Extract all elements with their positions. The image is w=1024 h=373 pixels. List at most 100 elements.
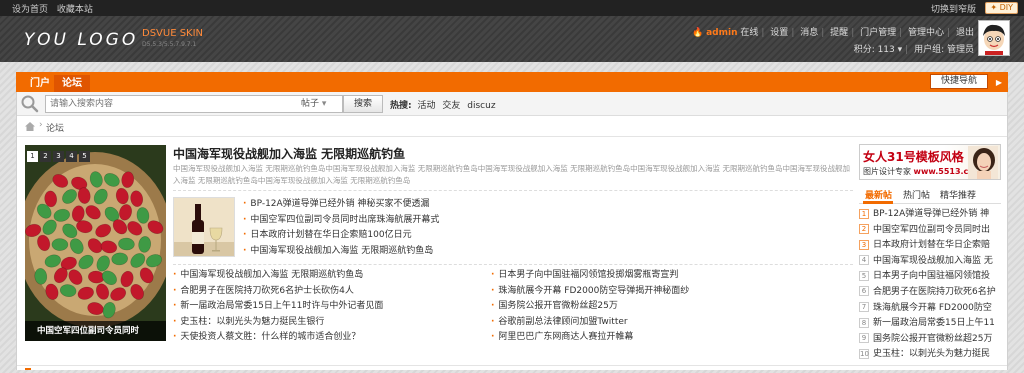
search-type-select[interactable]: 帖子 ▾ — [297, 95, 343, 113]
add-favorite-link[interactable]: 收藏本站 — [57, 5, 93, 15]
list-item-title: 日本政府计划替在华日企索赔 — [873, 240, 991, 251]
candy — [51, 238, 69, 251]
top-bar: 设为首页 收藏本站 切换到窄版 ✦ DIY — [0, 0, 1024, 16]
list-item[interactable]: 10 史玉柱：以刺光头为魅力挺民 — [859, 347, 1001, 363]
slide-image[interactable] — [25, 145, 166, 341]
list-item[interactable]: 谷歌前副总法律顾问加盟Twitter — [491, 315, 851, 331]
switch-width-link[interactable]: 切换到窄版 — [931, 2, 976, 15]
hot-word[interactable]: discuz — [467, 101, 495, 111]
list-item[interactable]: 合肥男子在医院持刀砍死6名护士长砍伤4人 — [173, 284, 491, 300]
list-item[interactable]: 珠海航展今开幕 FD2000防空导弹揭开神秘面纱 — [491, 284, 851, 300]
content-frame: 帖子 ▾ 搜索 热搜: 活动 交友 discuz › 论坛 12345 中国空军… — [16, 92, 1008, 370]
list-item[interactable]: 8 新一届政治局常委15日上午11 — [859, 316, 1001, 332]
list-item[interactable]: 3 日本政府计划替在华日企索赔 — [859, 238, 1001, 254]
admin-center-link[interactable]: 管理中心 — [908, 28, 944, 38]
list-item[interactable]: BP-12A弹道导弹已经外销 神秘买家不便透漏 — [243, 197, 603, 213]
ad-banner[interactable]: 女人31号模板风格 图片设计专家 www.5513.cn — [859, 144, 1001, 180]
avatar-cartoon-icon — [979, 21, 1009, 55]
breadcrumb-forum[interactable]: 论坛 — [46, 121, 64, 134]
list-item[interactable]: 新一届政治局常委15日上午11时许与中外记者见面 — [173, 299, 491, 315]
tab-forum[interactable]: 论坛 — [54, 75, 90, 92]
quick-nav-button[interactable]: 快捷导航 — [929, 74, 988, 89]
list-item[interactable]: 1 BP-12A弹道导弹已经外销 神 — [859, 207, 1001, 223]
list-item[interactable]: 9 国务院公报开官微粉丝超25万 — [859, 332, 1001, 348]
slide-page-1[interactable]: 1 — [27, 151, 38, 162]
username-link[interactable]: admin — [706, 28, 737, 38]
news-list-right: 日本男子向中国驻福冈领馆投掷烟雾瓶寄宣判 珠海航展今开幕 FD2000防空导弹揭… — [491, 268, 851, 346]
slide-page-5[interactable]: 5 — [79, 151, 90, 162]
reminders-link[interactable]: 提醒 — [830, 28, 848, 38]
tab-hot-posts[interactable]: 热门帖 — [903, 188, 930, 201]
messages-link[interactable]: 消息 — [800, 28, 818, 38]
headline-summary: 中国海军现役战舰加入海监 无限期巡航钓鱼岛中国海军现役战舰加入海监 无限期巡航钓… — [173, 164, 851, 185]
list-item[interactable]: 2 中国空军四位副司令员同时出 — [859, 223, 1001, 239]
diy-label: DIY — [999, 3, 1013, 12]
headline-title[interactable]: 中国海军现役战舰加入海监 无限期巡航钓鱼 — [173, 145, 405, 162]
credits-label: 积分: 113 — [853, 45, 895, 55]
slide-page-3[interactable]: 3 — [53, 151, 64, 162]
online-status[interactable]: 在线 — [740, 28, 758, 38]
slideshow[interactable]: 12345 中国空军四位副司令员同时 — [25, 145, 166, 341]
search-bar: 帖子 ▾ 搜索 热搜: 活动 交友 discuz — [17, 92, 1007, 116]
avatar[interactable] — [978, 20, 1010, 56]
list-item-title: 国务院公报开官微粉丝超25万 — [873, 333, 993, 344]
settings-link[interactable]: 设置 — [770, 28, 788, 38]
rank-number: 1 — [859, 208, 869, 219]
site-logo[interactable]: YOU LOGO — [24, 30, 138, 50]
list-item[interactable]: 中国空军四位副司令员同时出席珠海航展开幕式 — [243, 213, 603, 229]
list-item[interactable]: 天使投资人蔡文胜：什么样的城市适合创业？ — [173, 330, 491, 346]
search-button[interactable]: 搜索 — [343, 95, 383, 113]
chevron-down-icon: ▾ — [321, 99, 327, 109]
list-item-title: 史玉柱：以刺光头为魅力挺民 — [873, 349, 991, 360]
breadcrumb: › 论坛 — [17, 117, 1007, 137]
star-icon: ✦ — [990, 3, 1000, 12]
list-item[interactable]: 日本政府计划替在华日企索赔100亿日元 — [243, 228, 603, 244]
list-item-title: 中国空军四位副司令员同时出 — [873, 224, 991, 235]
user-menu: 🔥 admin 在线 | 设置 | 消息 | 提醒 | 门户管理 | 管理中心 | 退出 — [692, 28, 974, 38]
user-info: 积分: 113 ▾ | 用户组: 管理员 — [853, 45, 974, 55]
set-homepage-link[interactable]: 设为首页 — [12, 5, 48, 15]
list-item[interactable]: 7 珠海航展今开幕 FD2000防空 — [859, 301, 1001, 317]
hot-word[interactable]: 活动 — [417, 101, 435, 111]
news-list-left: 中国海军现役战舰加入海监 无限期巡航钓鱼岛 合肥男子在医院持刀砍死6名护士长砍伤… — [173, 268, 491, 346]
search-type-label: 帖子 — [301, 99, 320, 109]
user-group-link[interactable]: 用户组: 管理员 — [914, 45, 974, 55]
list-item[interactable]: 中国海军现役战舰加入海监 无限期巡航钓鱼岛 — [243, 244, 603, 260]
portal-admin-link[interactable]: 门户管理 — [860, 28, 896, 38]
rank-number: 5 — [859, 270, 869, 281]
credits-dropdown[interactable]: 积分: 113 ▾ — [854, 45, 902, 55]
expand-arrow-icon[interactable]: ▶ — [996, 78, 1002, 87]
list-item[interactable]: 6 合肥男子在医院持刀砍死6名护 — [859, 285, 1001, 301]
rank-number: 9 — [859, 333, 869, 344]
list-item[interactable]: 日本男子向中国驻福冈领馆投掷烟雾瓶寄宣判 — [491, 268, 851, 284]
list-item[interactable]: 4 中国海军现役战舰加入海监 无 — [859, 254, 1001, 270]
header: YOU LOGO DSVUE SKIN D5.5.3/5.5.7.9.7.1 🔥… — [0, 16, 1024, 62]
list-item[interactable]: 5 日本男子向中国驻福冈领馆投 — [859, 269, 1001, 285]
list-item[interactable]: 中国海军现役战舰加入海监 无限期巡航钓鱼岛 — [173, 268, 491, 284]
ad-subtitle-link: www.5513.cn — [913, 167, 974, 176]
rank-number: 3 — [859, 239, 869, 250]
home-icon[interactable] — [25, 122, 35, 131]
side-tabs: 最新帖 热门帖 精华推荐 — [859, 184, 1001, 204]
search-input[interactable] — [45, 95, 313, 113]
section-marker — [25, 368, 31, 370]
slide-page-2[interactable]: 2 — [40, 151, 51, 162]
list-item[interactable]: 阿里巴巴广东网商达人赛拉开帷幕 — [491, 330, 851, 346]
tab-portal[interactable]: 门户 — [22, 75, 58, 92]
news-thumbnail[interactable] — [173, 197, 235, 257]
chevron-right-icon: › — [39, 120, 43, 130]
slide-caption[interactable]: 中国空军四位副司令员同时 — [25, 321, 166, 341]
search-icon — [21, 95, 39, 113]
hot-word[interactable]: 交友 — [442, 101, 460, 111]
list-item-title: 中国海军现役战舰加入海监 无 — [873, 255, 993, 266]
rank-number: 2 — [859, 224, 869, 235]
list-item-title: 新一届政治局常委15日上午11 — [873, 318, 995, 329]
slide-page-4[interactable]: 4 — [66, 151, 77, 162]
list-item[interactable]: 史玉柱：以刺光头为魅力挺民生银行 — [173, 315, 491, 331]
flame-icon: 🔥 — [692, 28, 704, 38]
tab-featured[interactable]: 精华推荐 — [940, 188, 976, 201]
diy-button[interactable]: ✦ DIY — [985, 2, 1018, 14]
tab-latest-posts[interactable]: 最新帖 — [865, 188, 892, 201]
list-item[interactable]: 国务院公报开官微粉丝超25万 — [491, 299, 851, 315]
logout-link[interactable]: 退出 — [956, 28, 974, 38]
